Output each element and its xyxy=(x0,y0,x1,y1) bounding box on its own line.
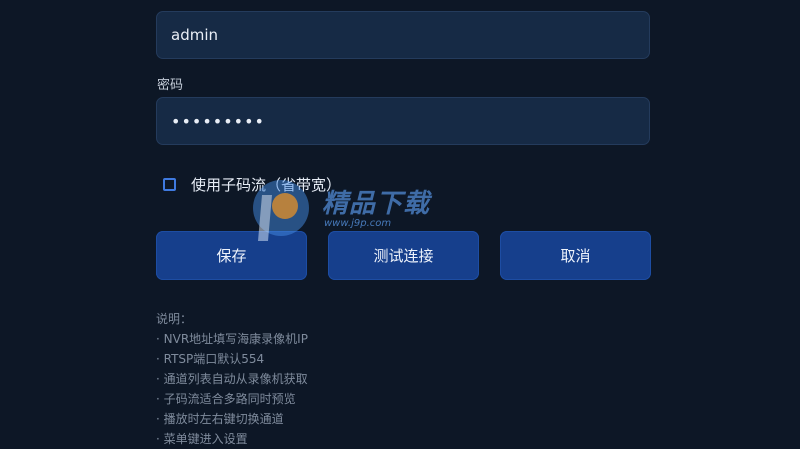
instruction-item: · 子码流适合多路同时预览 xyxy=(156,392,296,406)
save-button[interactable]: 保存 xyxy=(156,231,307,280)
test-connection-button[interactable]: 测试连接 xyxy=(328,231,479,280)
cancel-button-label: 取消 xyxy=(560,247,591,265)
instructions-panel: 说明： · NVR地址填写海康录像机IP · RTSP端口默认554 · 通道列… xyxy=(156,309,308,449)
instruction-item: · 播放时左右键切换通道 xyxy=(156,412,284,426)
username-value: admin xyxy=(171,26,218,44)
instruction-item: · 通道列表自动从录像机获取 xyxy=(156,372,308,386)
instruction-item: · RTSP端口默认554 xyxy=(156,352,265,366)
password-value: ••••••••• xyxy=(171,111,265,131)
substream-checkbox-label: 使用子码流（省带宽） xyxy=(191,176,342,194)
substream-checkbox[interactable] xyxy=(163,178,176,191)
cancel-button[interactable]: 取消 xyxy=(500,231,651,280)
instruction-item: · 菜单键进入设置 xyxy=(156,432,248,446)
instruction-item: · NVR地址填写海康录像机IP xyxy=(156,332,308,346)
substream-option[interactable]: 使用子码流（省带宽） xyxy=(163,174,341,195)
password-label: 密码 xyxy=(157,78,184,93)
settings-screen: admin 密码 ••••••••• 使用子码流（省带宽） 保存 测试连接 取消… xyxy=(0,0,800,449)
watermark-url: www.j9p.com xyxy=(324,218,392,229)
instructions-title: 说明： xyxy=(156,312,193,326)
save-button-label: 保存 xyxy=(216,247,247,265)
test-connection-button-label: 测试连接 xyxy=(373,247,434,265)
password-input[interactable]: ••••••••• xyxy=(156,97,650,145)
username-input[interactable]: admin xyxy=(156,11,650,59)
